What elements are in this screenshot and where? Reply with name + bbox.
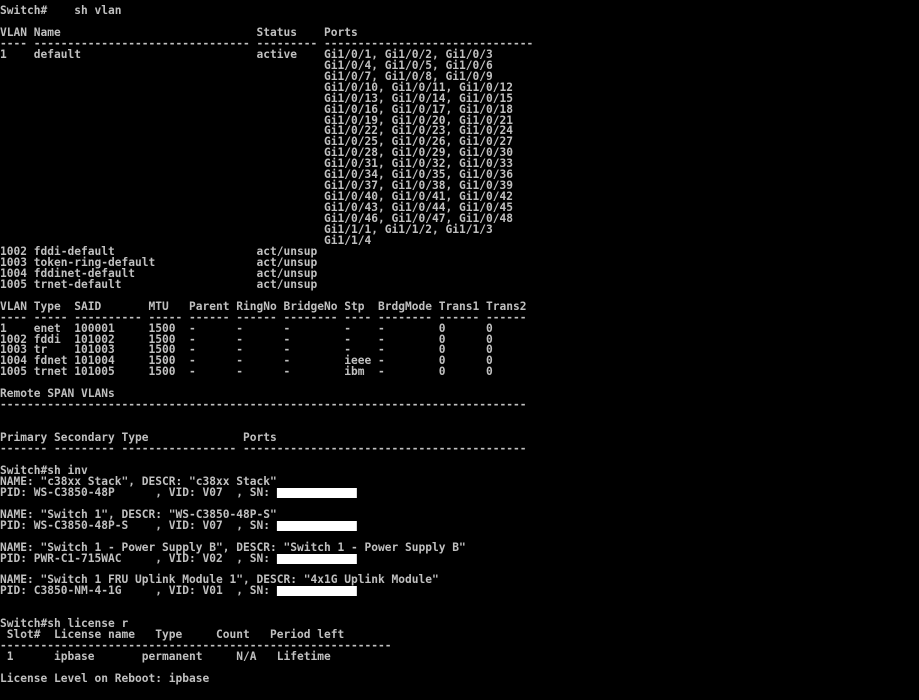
terminal-line: ------- --------- ----------------- ----… xyxy=(0,441,527,455)
terminal-window[interactable]: Switch# sh vlan VLAN Name Status Ports ---… xyxy=(0,5,919,700)
terminal-line-text: PID: WS-C3850-48P , VID: V07 , SN: xyxy=(0,484,277,499)
terminal-line: PID: WS-C3850-48P-S , VID: V07 , SN: xyxy=(0,517,357,532)
terminal-line-text: PID: PWR-C1-715WAC , VID: V02 , SN: xyxy=(0,550,277,565)
terminal-line-text: 1 ipbase permanent N/A Lifetime xyxy=(0,649,331,664)
terminal-line-text: 1005 trnet-default act/unsup xyxy=(0,276,318,291)
terminal-line: License Level on Reboot: ipbase xyxy=(0,670,210,685)
terminal-line-text: License Level on Reboot: ipbase xyxy=(0,670,210,685)
terminal-line-text: Switch# sh vlan xyxy=(0,5,122,17)
terminal-line-text: PID: C3850-NM-4-1G , VID: V01 , SN: xyxy=(0,583,277,598)
terminal-line-text: ------- --------- ----------------- ----… xyxy=(0,441,527,455)
terminal-line: 1 ipbase permanent N/A Lifetime xyxy=(0,649,331,664)
terminal-line: ----------------------------------------… xyxy=(0,397,527,412)
redacted-serial-box xyxy=(276,520,357,531)
terminal-line-text: PID: WS-C3850-48P-S , VID: V07 , SN: xyxy=(0,517,277,532)
redacted-serial-box xyxy=(276,553,357,564)
terminal-line-text: ----------------------------------------… xyxy=(0,397,527,412)
terminal-line: PID: PWR-C1-715WAC , VID: V02 , SN: xyxy=(0,550,357,565)
terminal-line: 1005 trnet-default act/unsup xyxy=(0,276,318,291)
redacted-serial-box xyxy=(276,586,357,597)
terminal-line: PID: C3850-NM-4-1G , VID: V01 , SN: xyxy=(0,583,357,598)
terminal-line: PID: WS-C3850-48P , VID: V07 , SN: xyxy=(0,484,357,499)
terminal-line: Switch# sh vlan xyxy=(0,5,122,16)
terminal-line: 1005 trnet 101005 1500 - - - ibm - 0 0 xyxy=(0,364,493,379)
terminal-line-text: 1005 trnet 101005 1500 - - - ibm - 0 0 xyxy=(0,364,493,379)
redacted-serial-box xyxy=(276,487,357,498)
